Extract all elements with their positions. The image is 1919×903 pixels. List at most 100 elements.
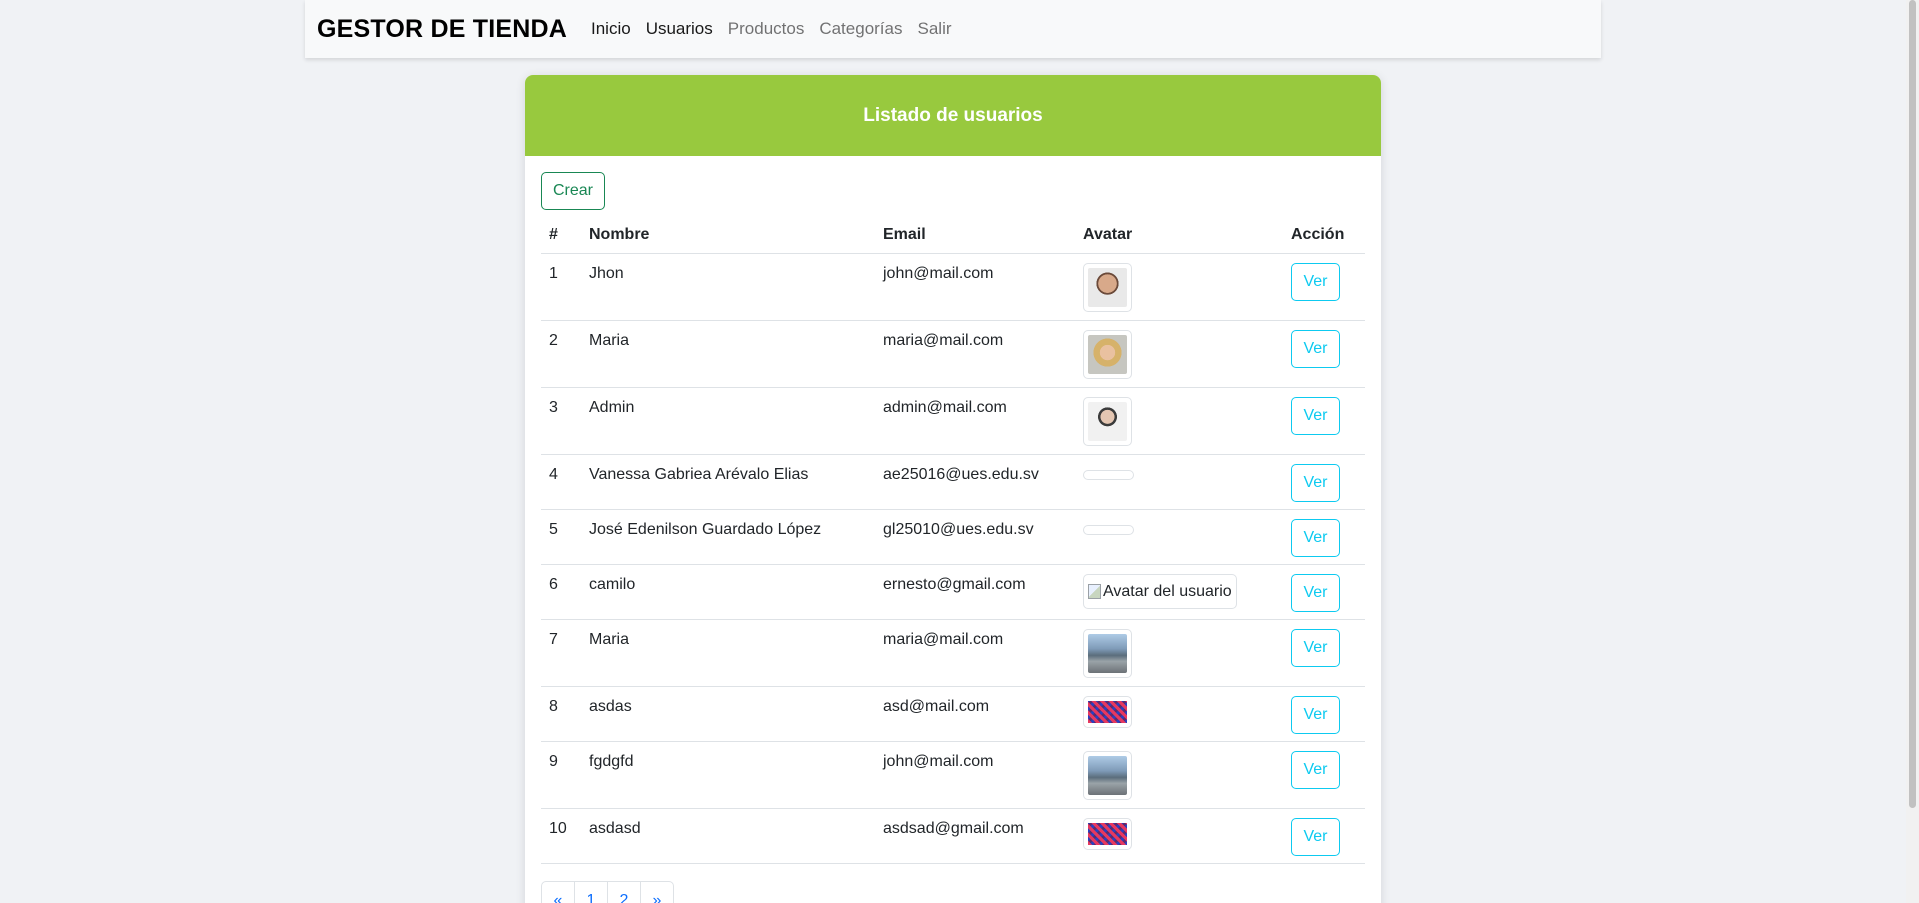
table-row: 9 fgdgfd john@mail.com Ver (541, 741, 1365, 809)
cell-action: Ver (1283, 619, 1365, 687)
page-1[interactable]: 1 (574, 881, 608, 903)
avatar-image (1088, 268, 1127, 307)
header-number: # (541, 216, 581, 254)
cell-name: José Edenilson Guardado López (581, 509, 875, 565)
avatar (1083, 330, 1132, 379)
view-button[interactable]: Ver (1291, 330, 1340, 368)
header-avatar: Avatar (1075, 216, 1283, 254)
view-button[interactable]: Ver (1291, 464, 1340, 502)
view-button[interactable]: Ver (1291, 397, 1340, 435)
cell-name: Maria (581, 619, 875, 687)
cell-id: 6 (541, 564, 581, 620)
nav-inicio[interactable]: Inicio (591, 19, 631, 39)
view-button[interactable]: Ver (1291, 519, 1340, 557)
cell-email: john@mail.com (875, 253, 1075, 321)
users-table: # Nombre Email Avatar Acción 1 Jhon john… (541, 216, 1365, 864)
card-body: Crear # Nombre Email Avatar Acción 1 Jho… (525, 156, 1381, 903)
view-button[interactable]: Ver (1291, 629, 1340, 667)
nav-categorias[interactable]: Categorías (819, 19, 902, 39)
view-button[interactable]: Ver (1291, 696, 1340, 734)
avatar-empty (1083, 525, 1134, 535)
cell-name: Jhon (581, 253, 875, 321)
cell-avatar (1075, 686, 1283, 742)
table-row: 8 asdas asd@mail.com Ver (541, 686, 1365, 742)
cell-email: john@mail.com (875, 741, 1075, 809)
avatar (1083, 751, 1132, 800)
cell-action: Ver (1283, 808, 1365, 864)
avatar-image (1088, 634, 1127, 673)
cell-action: Ver (1283, 686, 1365, 742)
cell-id: 3 (541, 387, 581, 455)
cell-action: Ver (1283, 387, 1365, 455)
page-previous[interactable]: « (541, 881, 575, 903)
nav-usuarios[interactable]: Usuarios (646, 19, 713, 39)
cell-avatar (1075, 320, 1283, 388)
cell-name: Admin (581, 387, 875, 455)
cell-email: gl25010@ues.edu.sv (875, 509, 1075, 565)
cell-id: 10 (541, 808, 581, 864)
header-email: Email (875, 216, 1075, 254)
cell-name: asdas (581, 686, 875, 742)
cell-email: admin@mail.com (875, 387, 1075, 455)
view-button[interactable]: Ver (1291, 751, 1340, 789)
cell-email: maria@mail.com (875, 320, 1075, 388)
cell-avatar (1075, 509, 1283, 565)
view-button[interactable]: Ver (1291, 263, 1340, 301)
table-row: 4 Vanessa Gabriea Arévalo Elias ae25016@… (541, 454, 1365, 510)
cell-avatar (1075, 387, 1283, 455)
table-row: 5 José Edenilson Guardado López gl25010@… (541, 509, 1365, 565)
avatar-image (1088, 335, 1127, 374)
view-button[interactable]: Ver (1291, 818, 1340, 856)
page-scrollbar[interactable] (1906, 0, 1919, 903)
avatar-image (1088, 701, 1127, 723)
avatar-empty (1083, 470, 1134, 480)
brand-logo[interactable]: GESTOR DE TIENDA (317, 15, 567, 44)
table-row: 2 Maria maria@mail.com Ver (541, 320, 1365, 388)
cell-avatar (1075, 253, 1283, 321)
pagination: « 1 2 » (541, 881, 1365, 903)
cell-name: Maria (581, 320, 875, 388)
top-navbar: GESTOR DE TIENDA Inicio Usuarios Product… (305, 0, 1601, 58)
card-header: Listado de usuarios (525, 75, 1381, 156)
cell-name: fgdgfd (581, 741, 875, 809)
avatar-alt-text: Avatar del usuario (1103, 582, 1232, 600)
cell-email: asd@mail.com (875, 686, 1075, 742)
cell-action: Ver (1283, 454, 1365, 510)
cell-action: Ver (1283, 253, 1365, 321)
cell-action: Ver (1283, 564, 1365, 620)
avatar (1083, 397, 1132, 446)
table-row: 6 camilo ernesto@gmail.com Avatar del us… (541, 564, 1365, 620)
table-row: 1 Jhon john@mail.com Ver (541, 253, 1365, 321)
cell-action: Ver (1283, 320, 1365, 388)
avatar-image (1088, 823, 1127, 845)
page-next[interactable]: » (640, 881, 674, 903)
avatar-broken: Avatar del usuario (1083, 574, 1237, 609)
view-button[interactable]: Ver (1291, 574, 1340, 612)
cell-action: Ver (1283, 509, 1365, 565)
table-row: 7 Maria maria@mail.com Ver (541, 619, 1365, 687)
cell-id: 7 (541, 619, 581, 687)
cell-id: 2 (541, 320, 581, 388)
cell-email: ernesto@gmail.com (875, 564, 1075, 620)
avatar (1083, 263, 1132, 312)
scrollbar-thumb[interactable] (1909, 0, 1916, 808)
cell-id: 5 (541, 509, 581, 565)
cell-name: Vanessa Gabriea Arévalo Elias (581, 454, 875, 510)
create-button[interactable]: Crear (541, 172, 606, 210)
users-card: Listado de usuarios Crear # Nombre Email… (525, 75, 1381, 903)
nav-productos[interactable]: Productos (728, 19, 805, 39)
cell-id: 9 (541, 741, 581, 809)
cell-name: asdasd (581, 808, 875, 864)
cell-email: asdsad@gmail.com (875, 808, 1075, 864)
avatar (1083, 818, 1132, 850)
cell-name: camilo (581, 564, 875, 620)
avatar-image (1088, 756, 1127, 795)
nav-salir[interactable]: Salir (918, 19, 952, 39)
header-action: Acción (1283, 216, 1365, 254)
cell-id: 1 (541, 253, 581, 321)
cell-avatar (1075, 741, 1283, 809)
page-2[interactable]: 2 (607, 881, 641, 903)
cell-action: Ver (1283, 741, 1365, 809)
cell-avatar (1075, 454, 1283, 510)
cell-email: ae25016@ues.edu.sv (875, 454, 1075, 510)
